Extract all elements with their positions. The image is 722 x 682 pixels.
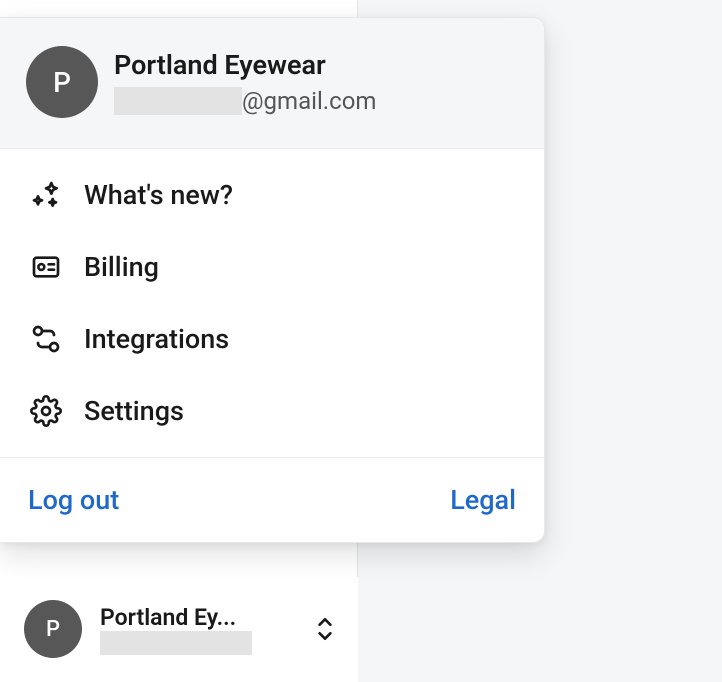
avatar: P: [24, 600, 82, 658]
logout-link[interactable]: Log out: [28, 484, 119, 516]
redacted-block: [100, 631, 252, 655]
account-info: Portland Eyewear @gmail.com: [114, 49, 376, 115]
menu-item-billing[interactable]: Billing: [0, 231, 544, 303]
menu-footer: Log out Legal: [0, 457, 544, 542]
account-header: P Portland Eyewear @gmail.com: [0, 18, 544, 149]
switcher-email: [100, 631, 294, 655]
integrations-icon: [30, 323, 62, 355]
account-switcher[interactable]: P Portland Ey...: [0, 577, 358, 682]
email-suffix: @gmail.com: [242, 87, 376, 115]
menu-item-settings[interactable]: Settings: [0, 375, 544, 447]
menu-list: What's new? Billing: [0, 149, 544, 457]
menu-item-label: Billing: [84, 251, 159, 283]
switcher-info: Portland Ey...: [100, 604, 294, 655]
avatar-initial: P: [46, 617, 60, 642]
billing-icon: [30, 251, 62, 283]
menu-item-integrations[interactable]: Integrations: [0, 303, 544, 375]
avatar-initial: P: [53, 66, 71, 99]
avatar: P: [26, 46, 98, 118]
menu-item-whats-new[interactable]: What's new?: [0, 159, 544, 231]
account-menu: P Portland Eyewear @gmail.com What's new…: [0, 17, 545, 543]
sparkle-icon: [30, 179, 62, 211]
menu-item-label: Integrations: [84, 323, 229, 355]
chevron-updown-icon: [312, 614, 338, 644]
menu-item-label: Settings: [84, 395, 184, 427]
redacted-block: [114, 87, 242, 115]
gear-icon: [30, 395, 62, 427]
menu-item-label: What's new?: [84, 179, 233, 211]
account-email: @gmail.com: [114, 87, 376, 115]
account-name: Portland Eyewear: [114, 49, 376, 81]
switcher-name: Portland Ey...: [100, 604, 294, 631]
legal-link[interactable]: Legal: [450, 484, 516, 516]
